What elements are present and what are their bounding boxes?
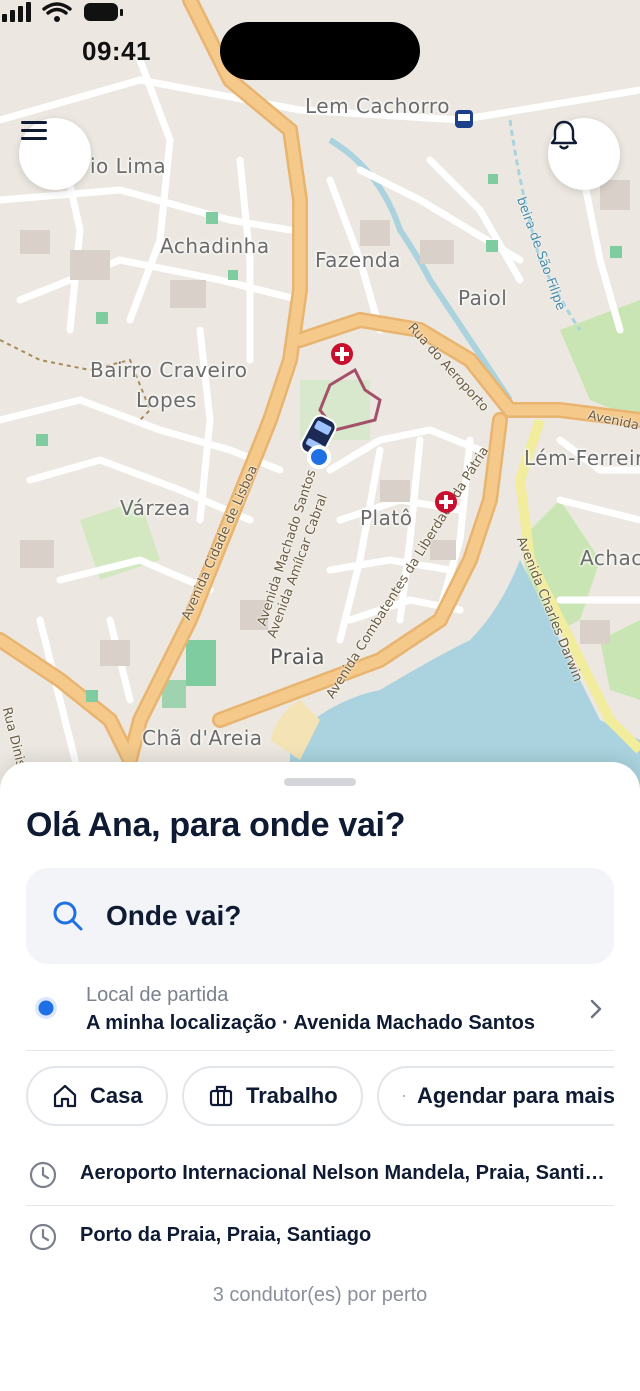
chip-work[interactable]: Trabalho: [182, 1066, 363, 1126]
map-label-place: Bairro Craveiro: [90, 358, 248, 382]
pickup-caption: Local de partida: [86, 984, 229, 1006]
battery-icon: [84, 3, 123, 21]
wifi-icon: [42, 2, 72, 15]
sheet-drag-handle[interactable]: [284, 778, 356, 786]
hospital-icon[interactable]: [330, 342, 354, 366]
chip-label: Casa: [90, 1083, 143, 1108]
map-label-place: Lopes: [136, 388, 197, 412]
chip-home[interactable]: Casa: [26, 1066, 168, 1126]
shortcut-chips: Casa Trabalho Agendar para mais tarde: [26, 1064, 614, 1130]
map-label-place: io Lima: [90, 154, 167, 178]
map-label-place: Achadinha: [160, 234, 270, 258]
map-view[interactable]: Lem Cachorro io Lima Achadinha Fazenda P…: [0, 0, 640, 800]
map-label-place: Chã d'Areia: [142, 726, 263, 750]
map-label-place: Platô: [360, 506, 413, 530]
map-label-place: Lém-Ferreira: [524, 446, 640, 470]
user-location-icon: [307, 445, 331, 469]
bell-icon: [550, 120, 578, 150]
notifications-button[interactable]: [548, 118, 620, 190]
map-label-place: Praia: [270, 645, 325, 669]
map-label-place: Paiol: [458, 286, 508, 310]
status-time: 09:41: [82, 36, 151, 66]
chip-schedule-later[interactable]: Agendar para mais tarde: [377, 1066, 614, 1126]
map-label-place: Lem Cachorro: [305, 94, 450, 118]
drivers-nearby-text: 3 condutor(es) por perto: [212, 1284, 428, 1306]
home-icon: [53, 1084, 77, 1108]
clock-icon: [29, 1161, 57, 1189]
map-label-place: Fazenda: [315, 248, 401, 272]
pickup-location-row[interactable]: Local de partida A minha localização · A…: [26, 976, 614, 1051]
dynamic-island: [220, 22, 420, 80]
chevron-right-icon: [590, 999, 602, 1019]
recent-destination-label: Aeroporto Internacional Nelson Mandela, …: [80, 1162, 610, 1184]
briefcase-icon: [209, 1085, 233, 1107]
calendar-clock-icon: [403, 1095, 405, 1097]
search-placeholder: Onde vai?: [106, 900, 242, 931]
status-icons: [2, 2, 123, 22]
recent-destination-label: Porto da Praia, Praia, Santiago: [80, 1224, 372, 1246]
search-icon: [53, 901, 83, 931]
menu-icon: [21, 121, 47, 140]
greeting-title: Olá Ana, para onde vai?: [26, 806, 406, 844]
map-canvas: [0, 0, 640, 800]
signal-icon: [2, 2, 31, 22]
bus-stop-icon[interactable]: [453, 108, 475, 130]
pickup-value: A minha localização · Avenida Machado Sa…: [86, 1012, 535, 1034]
hospital-icon[interactable]: [434, 490, 458, 514]
clock-icon: [29, 1223, 57, 1251]
map-label-place: Achac: [580, 546, 640, 570]
destination-search-field[interactable]: Onde vai?: [26, 868, 614, 964]
recent-destination-item[interactable]: Aeroporto Internacional Nelson Mandela, …: [26, 1144, 614, 1206]
chip-label: Trabalho: [246, 1083, 338, 1108]
menu-button[interactable]: [19, 118, 91, 190]
pickup-dot-icon: [35, 997, 57, 1019]
map-label-place: Várzea: [120, 496, 191, 520]
bottom-sheet: Olá Ana, para onde vai? Onde vai? Local …: [0, 762, 640, 1391]
chip-label: Agendar para mais tarde: [417, 1083, 614, 1108]
recent-destination-item[interactable]: Porto da Praia, Praia, Santiago: [26, 1206, 614, 1268]
